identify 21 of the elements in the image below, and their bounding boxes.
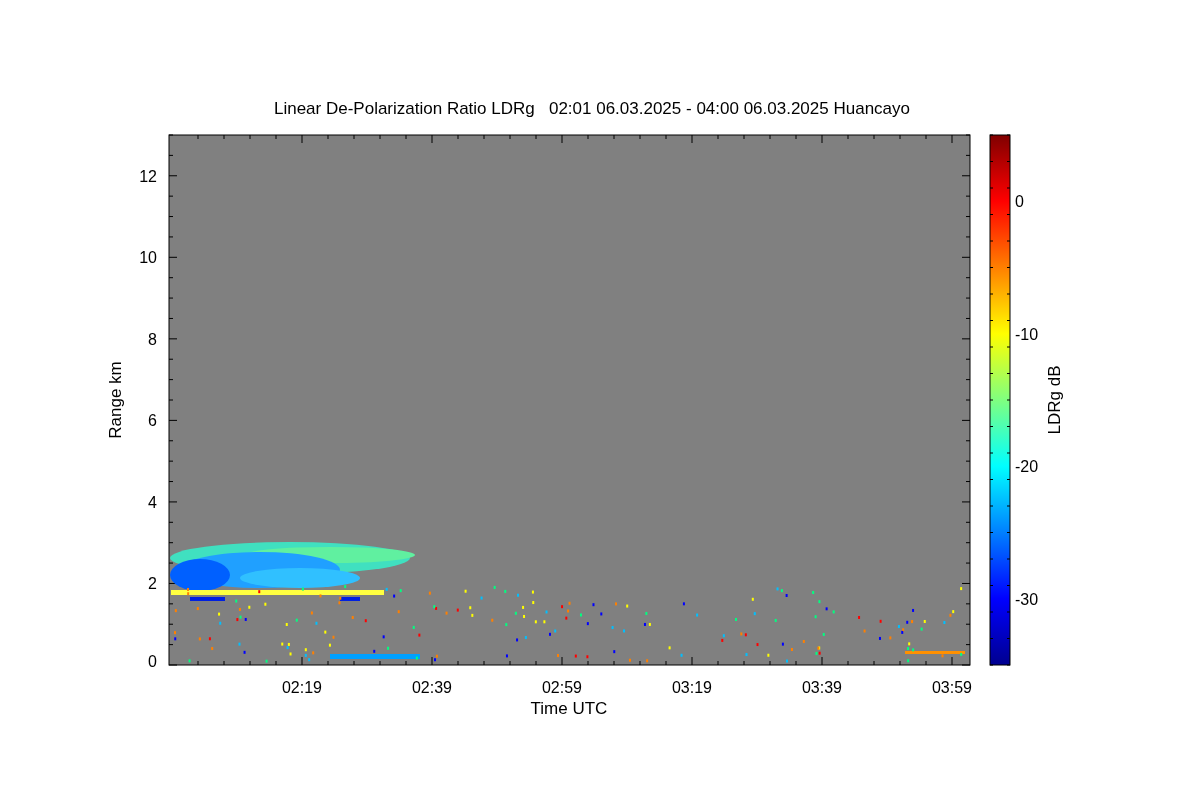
x-tick-label: 03:39 <box>802 679 842 696</box>
x-axis-label: Time UTC <box>530 699 608 718</box>
x-tick-label: 03:19 <box>672 679 712 696</box>
y-tick-label: 12 <box>139 167 157 185</box>
y-axis-label: Range km <box>106 361 125 439</box>
colorbar-label: LDRg dB <box>1045 365 1064 435</box>
y-tick-label: 0 <box>148 653 157 670</box>
colorbar-tick-label: -20 <box>1015 458 1039 476</box>
x-tick-label: 02:59 <box>542 679 582 696</box>
x-tick-label: 03:59 <box>932 679 972 696</box>
y-tick-label: 4 <box>148 493 157 511</box>
colorbar-tick-label: 0 <box>1015 193 1024 211</box>
y-tick-label: 8 <box>148 330 157 348</box>
y-tick-label: 6 <box>148 412 157 430</box>
colorbar-tick-label: -10 <box>1015 325 1039 343</box>
x-tick-label: 02:19 <box>282 679 322 696</box>
chart-title: Linear De-Polarization Ratio LDRg 02:01 06.03.2025 - 04:00 06.03.2025 Huancayo <box>274 99 910 118</box>
x-tick-label: 02:39 <box>412 679 452 696</box>
y-tick-label: 10 <box>139 249 157 267</box>
colorbar-tick-label: -30 <box>1015 590 1039 608</box>
y-tick-label: 2 <box>148 575 157 593</box>
